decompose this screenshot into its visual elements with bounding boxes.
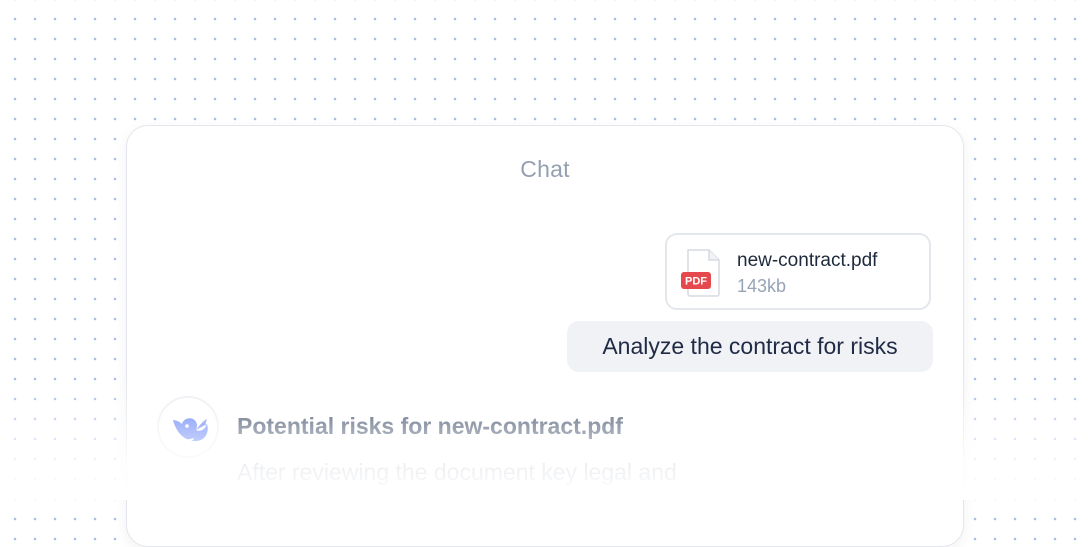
user-message-bubble: Analyze the contract for risks: [567, 321, 933, 372]
chat-panel: Chat PDF new-contract.pdf 143kb Analyze …: [126, 125, 964, 547]
chat-title: Chat: [520, 156, 570, 182]
file-attachment[interactable]: PDF new-contract.pdf 143kb: [665, 233, 931, 310]
file-size: 143kb: [737, 276, 787, 296]
pdf-badge-label: PDF: [685, 276, 707, 288]
file-name: new-contract.pdf: [737, 250, 878, 271]
pdf-file-icon: PDF: [681, 248, 725, 298]
whale-icon: [173, 418, 208, 442]
assistant-avatar: [157, 396, 219, 458]
assistant-reply-text: After reviewing the document key legal a…: [237, 459, 677, 485]
assistant-reply-title: Potential risks for new-contract.pdf: [237, 413, 623, 439]
